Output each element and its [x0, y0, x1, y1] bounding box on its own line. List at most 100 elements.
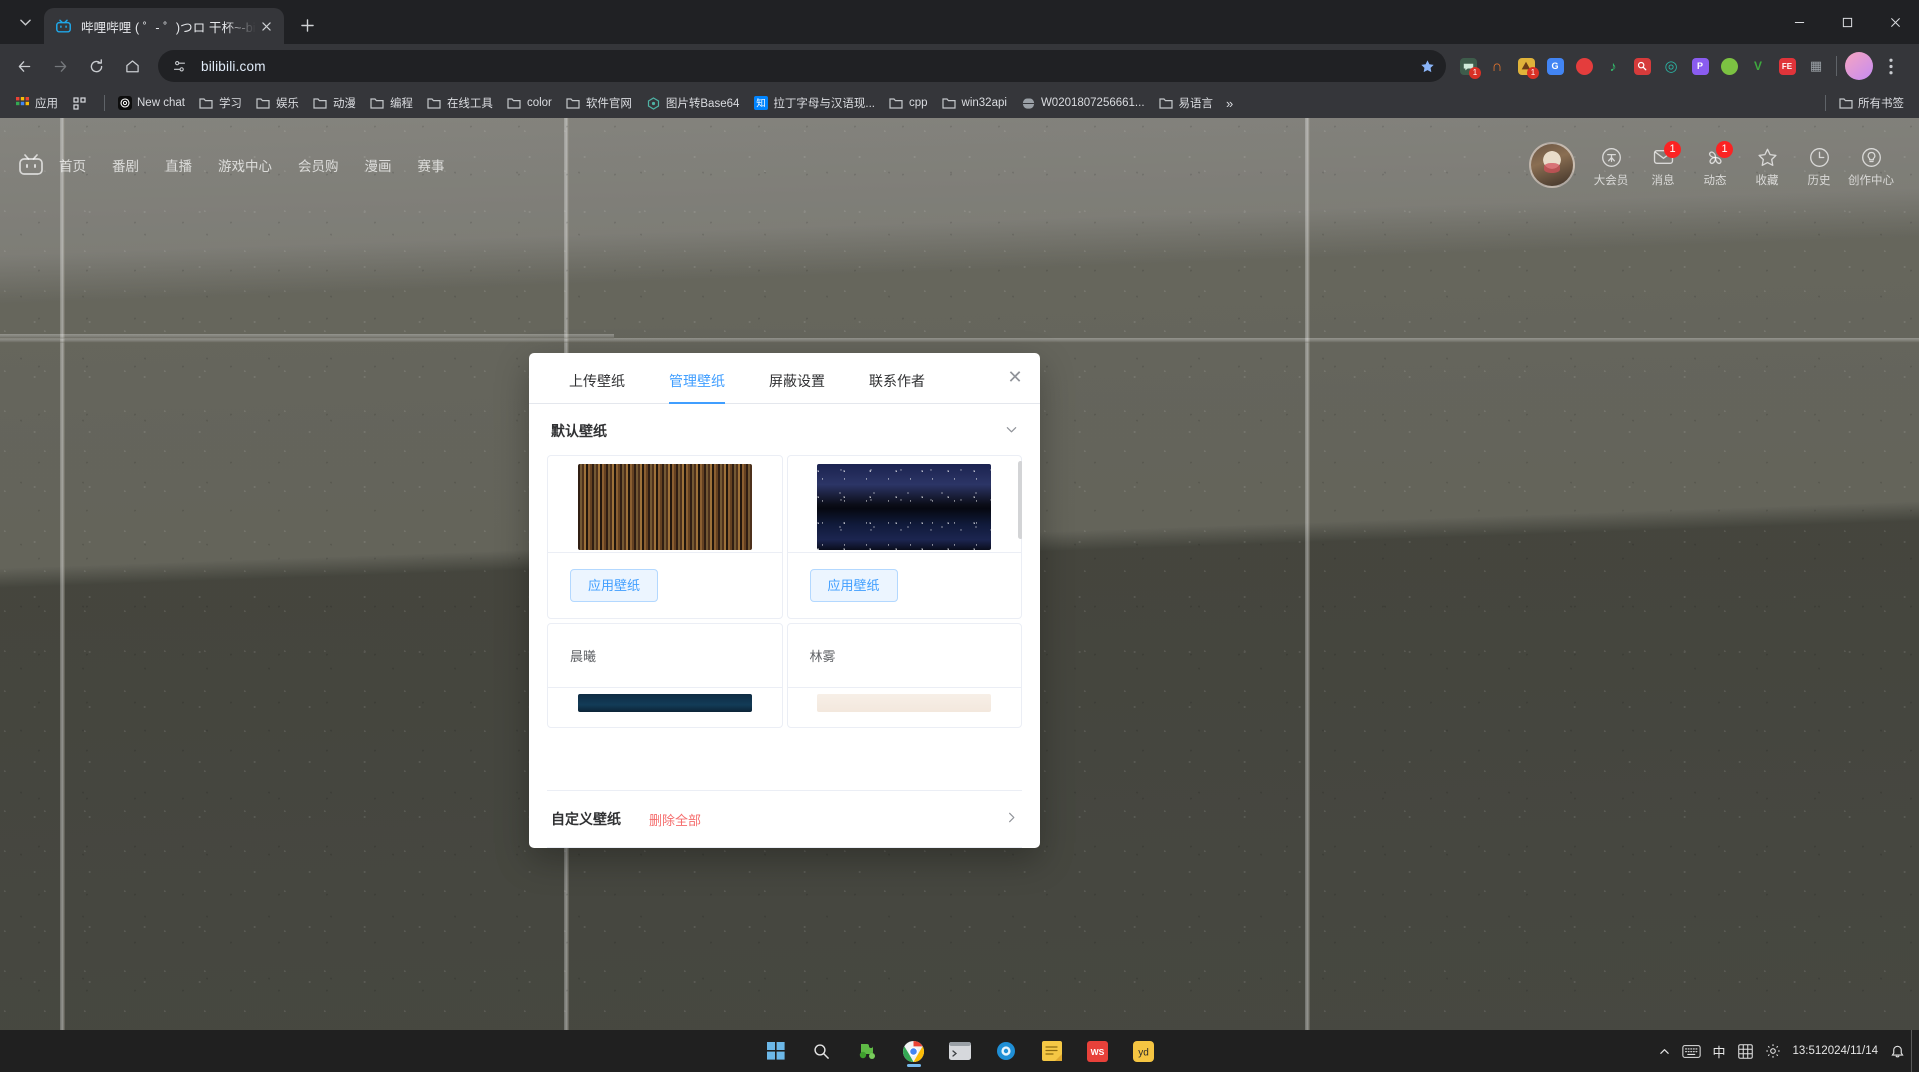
extension-icon-11[interactable]: FE: [1773, 52, 1801, 80]
nav-item-history[interactable]: 历史: [1793, 145, 1845, 188]
tab-search-button[interactable]: [10, 7, 40, 37]
extension-icon-2[interactable]: 1: [1512, 52, 1540, 80]
maximize-button[interactable]: [1823, 0, 1871, 44]
bookmark-w0201807256661[interactable]: W0201807256661...: [1014, 92, 1152, 114]
sticky-note-icon[interactable]: [1035, 1034, 1069, 1068]
scrollbar-thumb[interactable]: [1018, 461, 1022, 539]
start-button[interactable]: [759, 1034, 793, 1068]
keyboard-icon[interactable]: [1676, 1030, 1707, 1072]
apply-wallpaper-button[interactable]: 应用壁纸: [570, 569, 658, 602]
browser-tab[interactable]: 哔哩哔哩 ( ゜- ゜)つロ 干杯~-bi: [44, 8, 284, 44]
tab-upload-wallpaper[interactable]: 上传壁纸: [569, 371, 625, 403]
nav-item-live[interactable]: 直播: [152, 155, 205, 175]
nav-item-messages[interactable]: 消息 1: [1637, 145, 1689, 188]
extension-icon-1[interactable]: ∩: [1483, 52, 1511, 80]
extension-icon-10[interactable]: V: [1744, 52, 1772, 80]
tab-close-icon[interactable]: [256, 16, 276, 36]
default-wallpaper-section-header[interactable]: 默认壁纸: [529, 404, 1040, 454]
bookmark-folder-cpp[interactable]: cpp: [882, 92, 935, 114]
minimize-button[interactable]: [1775, 0, 1823, 44]
chrome-icon[interactable]: [897, 1034, 931, 1068]
nav-item-vip[interactable]: 大会员: [1585, 145, 1637, 188]
extension-icon-7[interactable]: ◎: [1657, 52, 1685, 80]
ime-language-indicator[interactable]: 中: [1707, 1030, 1732, 1072]
nav-item-creator[interactable]: 创作中心: [1845, 145, 1897, 188]
ime-mode-icon[interactable]: [1732, 1030, 1759, 1072]
extension-icon-4[interactable]: [1570, 52, 1598, 80]
bookmark-label-8: color: [527, 97, 552, 109]
all-bookmarks-button[interactable]: 所有书签: [1831, 92, 1911, 114]
new-tab-button[interactable]: [292, 10, 322, 40]
bookmarks-overflow-button[interactable]: »: [1220, 96, 1239, 111]
nav-item-bangumi[interactable]: 番剧: [99, 155, 152, 175]
extension-icon-5[interactable]: ♪: [1599, 52, 1627, 80]
tab-contact-author[interactable]: 联系作者: [869, 371, 925, 403]
chrome-menu-icon[interactable]: [1875, 50, 1907, 82]
wallpaper-thumbnail-forest-mist[interactable]: [817, 694, 991, 712]
show-desktop-button[interactable]: [1911, 1030, 1919, 1072]
clock[interactable]: 13:51 2024/11/14: [1787, 1030, 1884, 1072]
back-icon[interactable]: [8, 50, 40, 82]
delete-all-button[interactable]: 删除全部: [649, 810, 701, 829]
bookmark-folder-ruanjianguanwang[interactable]: 软件官网: [559, 92, 639, 114]
dialog-body: 默认壁纸 应用壁纸: [529, 404, 1040, 848]
bookmark-qr[interactable]: [65, 92, 99, 114]
tab-block-settings[interactable]: 屏蔽设置: [769, 371, 825, 403]
home-icon[interactable]: [116, 50, 148, 82]
nav-item-vip-shop[interactable]: 会员购: [285, 155, 352, 175]
bookmark-folder-yiyuyan[interactable]: 易语言: [1152, 92, 1221, 114]
wallpaper-thumbnail-starry-lake[interactable]: [817, 464, 991, 550]
nav-item-manga[interactable]: 漫画: [352, 155, 405, 175]
tray-settings-gear-icon[interactable]: [1759, 1030, 1787, 1072]
notification-bell-icon[interactable]: [1884, 1030, 1911, 1072]
window-close-button[interactable]: [1871, 0, 1919, 44]
bookmark-apps[interactable]: 应用: [8, 92, 65, 114]
bookmark-folder-zaixiangongju[interactable]: 在线工具: [420, 92, 500, 114]
bookmark-folder-dongman[interactable]: 动漫: [306, 92, 363, 114]
extension-icon-3[interactable]: G: [1541, 52, 1569, 80]
chevron-down-icon[interactable]: [1005, 423, 1018, 439]
puzzle-green-icon[interactable]: [851, 1034, 885, 1068]
custom-wallpaper-row[interactable]: 自定义壁纸 删除全部: [547, 790, 1022, 847]
bookmark-folder-color[interactable]: color: [500, 92, 559, 114]
wallpaper-settings-dialog: ✕ 上传壁纸 管理壁纸 屏蔽设置 联系作者 默认壁纸: [529, 353, 1040, 848]
bookmark-zhihu[interactable]: 知 拉丁字母与汉语现...: [746, 92, 882, 114]
tab-manage-wallpaper[interactable]: 管理壁纸: [669, 371, 725, 403]
wallpaper-thumbnail-bookshelf[interactable]: [578, 464, 752, 550]
bookmark-newchat[interactable]: New chat: [110, 92, 192, 114]
bookmark-folder-biancheng[interactable]: 编程: [363, 92, 420, 114]
avatar[interactable]: [1529, 142, 1575, 188]
extension-icon-0[interactable]: 1: [1454, 52, 1482, 80]
nav-item-dynamic[interactable]: 动态 1: [1689, 145, 1741, 188]
bookmark-folder-xuexi[interactable]: 学习: [192, 92, 249, 114]
nav-item-home[interactable]: 首页: [46, 155, 99, 175]
nav-label-favorites: 收藏: [1756, 172, 1779, 188]
gear-blue-icon[interactable]: [989, 1034, 1023, 1068]
apply-wallpaper-button[interactable]: 应用壁纸: [810, 569, 898, 602]
extension-icon-6[interactable]: [1628, 52, 1656, 80]
search-icon[interactable]: [805, 1034, 839, 1068]
extension-icon-9[interactable]: [1715, 52, 1743, 80]
address-bar[interactable]: bilibili.com: [158, 50, 1446, 82]
terminal-icon[interactable]: [943, 1034, 977, 1068]
site-info-icon[interactable]: [166, 53, 192, 79]
extension-icon-12[interactable]: ▦: [1802, 52, 1830, 80]
extension-icon-8[interactable]: P: [1686, 52, 1714, 80]
nav-item-favorites[interactable]: 收藏: [1741, 145, 1793, 188]
bookmark-base64[interactable]: 图片转Base64: [639, 92, 747, 114]
nav-item-esports[interactable]: 赛事: [405, 155, 458, 175]
wps-icon[interactable]: WS: [1081, 1034, 1115, 1068]
reload-icon[interactable]: [80, 50, 112, 82]
bookmark-folder-yule[interactable]: 娱乐: [249, 92, 306, 114]
wallpaper-grid-scroll-area[interactable]: 应用壁纸 应用壁纸 晨曦: [547, 454, 1022, 790]
tray-overflow-chevron-icon[interactable]: [1653, 1030, 1676, 1072]
bookmark-star-icon[interactable]: [1414, 53, 1440, 79]
bookmark-folder-win32api[interactable]: win32api: [935, 92, 1014, 114]
wallpaper-thumbnail-dawn[interactable]: [578, 694, 752, 712]
forward-icon[interactable]: [44, 50, 76, 82]
nav-item-game-center[interactable]: 游戏中心: [205, 155, 285, 175]
youdao-yd-icon[interactable]: yd: [1127, 1034, 1161, 1068]
chevron-right-icon[interactable]: [1005, 811, 1018, 827]
bilibili-logo-icon[interactable]: [18, 154, 44, 176]
profile-avatar[interactable]: [1845, 52, 1873, 80]
